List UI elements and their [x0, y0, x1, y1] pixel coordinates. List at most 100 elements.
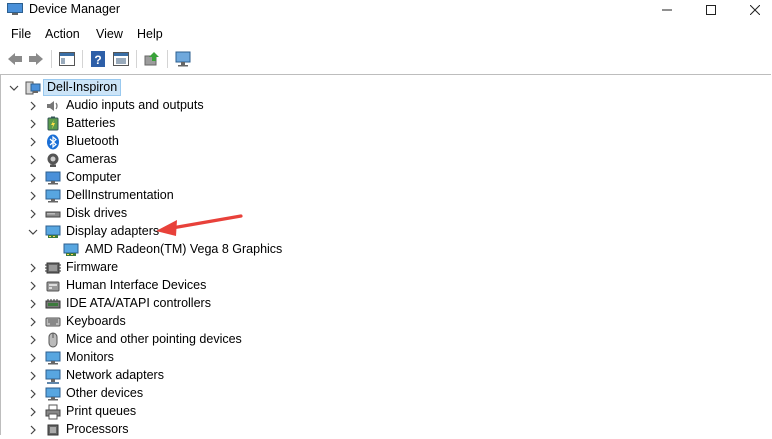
- chevron-right-icon[interactable]: [28, 353, 38, 363]
- chevron-right-icon[interactable]: [28, 173, 38, 183]
- toolbar-separator: [51, 50, 52, 68]
- category-label[interactable]: Human Interface Devices: [66, 278, 206, 292]
- tree-category[interactable]: Bluetooth: [1, 133, 761, 151]
- chevron-right-icon[interactable]: [28, 155, 38, 165]
- other-devices-icon: [45, 387, 61, 401]
- device-tree: Dell-Inspiron Audio inputs and outputs B…: [0, 74, 771, 436]
- category-label[interactable]: Print queues: [66, 404, 136, 418]
- view-button[interactable]: [112, 50, 130, 68]
- category-label[interactable]: Audio inputs and outputs: [66, 98, 204, 112]
- category-label[interactable]: DellInstrumentation: [66, 188, 174, 202]
- category-label[interactable]: Display adapters: [66, 224, 159, 238]
- tree-category[interactable]: DellInstrumentation: [1, 187, 761, 205]
- scan-hardware-icon: [175, 51, 191, 67]
- bluetooth-icon: [47, 134, 59, 150]
- tree-category[interactable]: Human Interface Devices: [1, 277, 761, 295]
- chevron-right-icon[interactable]: [28, 299, 38, 309]
- tree-category[interactable]: Cameras: [1, 151, 761, 169]
- category-label[interactable]: Disk drives: [66, 206, 127, 220]
- minimize-icon: [662, 9, 672, 11]
- menu-view[interactable]: View: [96, 27, 123, 41]
- scan-hardware-button[interactable]: [175, 50, 193, 68]
- minimize-button[interactable]: [644, 0, 690, 20]
- maximize-icon: [706, 5, 716, 15]
- tree-category[interactable]: Firmware: [1, 259, 761, 277]
- category-label[interactable]: Bluetooth: [66, 134, 119, 148]
- help-icon: ?: [91, 51, 105, 67]
- hid-icon: [46, 281, 60, 292]
- category-label[interactable]: Computer: [66, 170, 121, 184]
- computer-icon: [25, 81, 41, 95]
- tree-category[interactable]: Print queues: [1, 403, 761, 421]
- chevron-right-icon[interactable]: [28, 335, 38, 345]
- svg-text:?: ?: [94, 53, 101, 67]
- tree-category[interactable]: Batteries: [1, 115, 761, 133]
- root-label[interactable]: Dell-Inspiron: [43, 79, 122, 96]
- firmware-icon: [45, 262, 61, 274]
- update-driver-button[interactable]: [143, 50, 161, 68]
- chevron-right-icon[interactable]: [28, 119, 38, 129]
- help-button[interactable]: ?: [89, 50, 107, 68]
- tree-category[interactable]: Other devices: [1, 385, 761, 403]
- category-label[interactable]: Firmware: [66, 260, 118, 274]
- tree-root[interactable]: Dell-Inspiron: [1, 79, 761, 97]
- tree-category[interactable]: Processors: [1, 421, 761, 439]
- display-adapter-icon: [45, 225, 61, 238]
- category-label[interactable]: Mice and other pointing devices: [66, 332, 242, 346]
- camera-icon: [47, 153, 59, 167]
- chevron-right-icon[interactable]: [28, 389, 38, 399]
- chevron-right-icon[interactable]: [28, 281, 38, 291]
- chevron-right-icon[interactable]: [28, 101, 38, 111]
- tree-category[interactable]: Display adapters: [1, 223, 761, 241]
- chevron-right-icon[interactable]: [28, 191, 38, 201]
- category-label[interactable]: Cameras: [66, 152, 117, 166]
- close-button[interactable]: [732, 0, 772, 20]
- category-label[interactable]: Network adapters: [66, 368, 164, 382]
- toolbar-separator: [136, 50, 137, 68]
- device-label[interactable]: AMD Radeon(TM) Vega 8 Graphics: [85, 242, 282, 256]
- device-manager-icon: [7, 3, 23, 15]
- keyboard-icon: [45, 317, 61, 327]
- category-label[interactable]: Batteries: [66, 116, 115, 130]
- back-icon: [8, 53, 22, 65]
- chevron-down-icon[interactable]: [28, 227, 38, 237]
- chevron-right-icon[interactable]: [28, 317, 38, 327]
- back-button[interactable]: [6, 50, 24, 68]
- category-label[interactable]: Other devices: [66, 386, 143, 400]
- tree-category[interactable]: Audio inputs and outputs: [1, 97, 761, 115]
- tree-device[interactable]: AMD Radeon(TM) Vega 8 Graphics: [1, 241, 761, 259]
- chevron-down-icon[interactable]: [9, 83, 19, 93]
- chevron-right-icon[interactable]: [28, 263, 38, 273]
- chevron-right-icon[interactable]: [28, 137, 38, 147]
- monitor-icon: [45, 189, 61, 203]
- category-label[interactable]: IDE ATA/ATAPI controllers: [66, 296, 211, 310]
- tree-category[interactable]: Mice and other pointing devices: [1, 331, 761, 349]
- category-label[interactable]: Monitors: [66, 350, 114, 364]
- tree-category[interactable]: Network adapters: [1, 367, 761, 385]
- close-icon: [750, 5, 760, 15]
- printer-icon: [45, 404, 61, 420]
- computer-icon: [45, 171, 61, 185]
- chevron-right-icon[interactable]: [28, 407, 38, 417]
- gpu-icon: [63, 243, 79, 256]
- tree-category[interactable]: Computer: [1, 169, 761, 187]
- tree-category[interactable]: IDE ATA/ATAPI controllers: [1, 295, 761, 313]
- properties-button[interactable]: [58, 50, 76, 68]
- tree-category[interactable]: Monitors: [1, 349, 761, 367]
- chevron-right-icon[interactable]: [28, 371, 38, 381]
- window-title: Device Manager: [29, 2, 121, 16]
- tree-category[interactable]: Disk drives: [1, 205, 761, 223]
- menu-help[interactable]: Help: [137, 27, 163, 41]
- title-bar: Device Manager: [0, 0, 772, 20]
- chevron-right-icon[interactable]: [28, 209, 38, 219]
- tree-category[interactable]: Keyboards: [1, 313, 761, 331]
- category-label[interactable]: Keyboards: [66, 314, 126, 328]
- battery-icon: [47, 116, 59, 131]
- mouse-icon: [48, 332, 58, 348]
- processor-icon: [47, 424, 59, 436]
- menu-action[interactable]: Action: [45, 27, 80, 41]
- menu-file[interactable]: File: [11, 27, 31, 41]
- network-icon: [45, 369, 61, 384]
- maximize-button[interactable]: [688, 0, 734, 20]
- forward-button[interactable]: [27, 50, 45, 68]
